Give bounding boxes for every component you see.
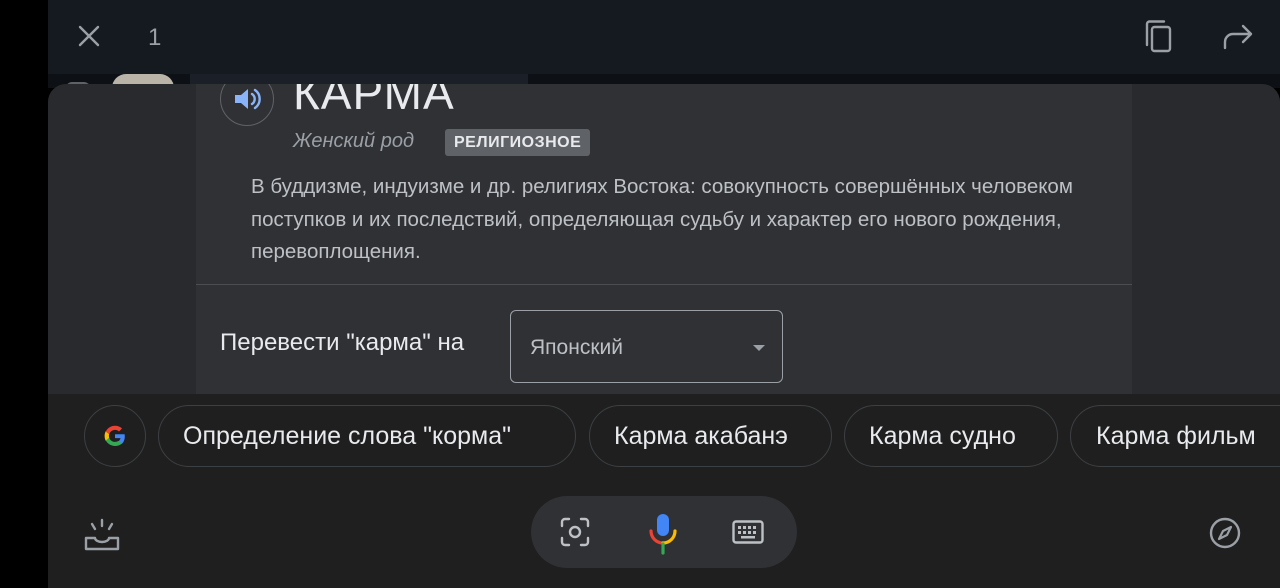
language-select[interactable]: Японский: [510, 310, 783, 383]
close-button[interactable]: [74, 21, 104, 51]
google-search-chip[interactable]: [84, 405, 146, 467]
selected-language: Японский: [530, 336, 623, 359]
left-edge: [0, 0, 48, 588]
google-g-icon: [104, 425, 125, 446]
translate-label: Перевести "карма" на: [220, 329, 465, 356]
copy-icon: [1145, 20, 1172, 53]
close-icon: [78, 25, 100, 47]
keyboard-icon: [732, 520, 764, 544]
copy-button[interactable]: [1142, 19, 1176, 55]
lens-camera-icon: [560, 517, 590, 547]
dictionary-card: КАРМА Женский род РЕЛИГИОЗНОЕ В буддизме…: [196, 84, 1132, 394]
category-tag: РЕЛИГИОЗНОЕ: [445, 129, 591, 156]
word-heading: КАРМА: [293, 84, 455, 119]
divider: [196, 284, 1132, 285]
suggestion-chip[interactable]: Карма фильм: [1070, 405, 1280, 467]
speaker-icon: [235, 88, 261, 110]
search-input-pill: [531, 496, 797, 568]
new-suggestions-button[interactable]: [82, 516, 122, 552]
grammatical-gender: Женский род: [293, 130, 415, 152]
keyboard-button[interactable]: [732, 520, 764, 544]
dropdown-arrow-icon: [753, 345, 765, 351]
suggestion-chip[interactable]: Карма судно: [844, 405, 1058, 467]
sparkle-inbox-icon: [84, 518, 120, 551]
search-sheet: КАРМА Женский род РЕЛИГИОЗНОЕ В буддизме…: [48, 84, 1280, 588]
microphone-icon: [649, 514, 677, 555]
voice-search-button[interactable]: [647, 512, 679, 556]
share-button[interactable]: [1222, 22, 1256, 52]
share-icon: [1223, 24, 1253, 50]
result-area[interactable]: КАРМА Женский род РЕЛИГИОЗНОЕ В буддизме…: [48, 84, 1280, 394]
compass-icon: [1209, 517, 1241, 549]
result-count: 1: [148, 24, 162, 51]
definition-text: В буддизме, индуизме и др. религиях Вост…: [251, 175, 1073, 263]
suggestion-chip[interactable]: Определение слова "корма": [158, 405, 576, 467]
top-bar: 1: [48, 0, 1280, 74]
suggestion-chip[interactable]: Карма акабанэ: [589, 405, 832, 467]
lens-button[interactable]: [559, 516, 591, 548]
discover-button[interactable]: [1208, 516, 1242, 550]
pronounce-button[interactable]: [220, 84, 274, 126]
